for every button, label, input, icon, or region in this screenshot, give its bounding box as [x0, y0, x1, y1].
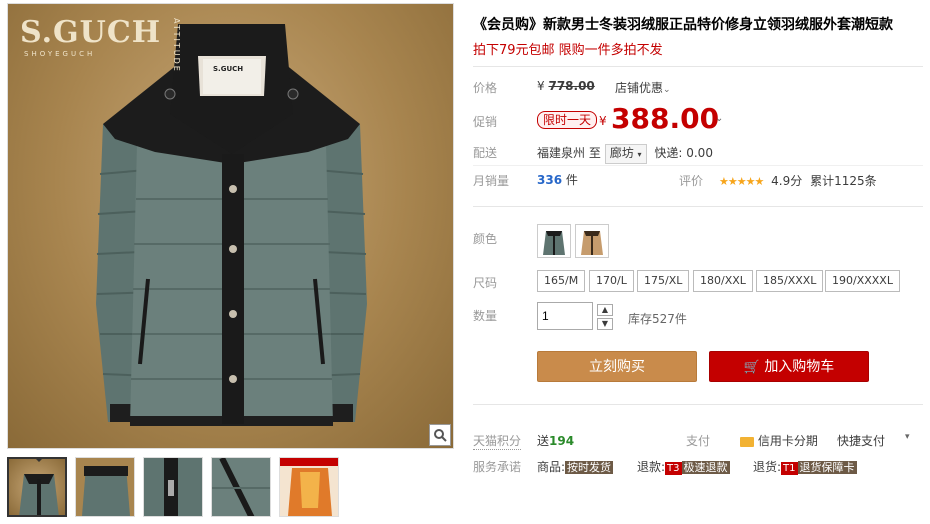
size-option[interactable]: 170/L: [589, 270, 634, 292]
rating-score: 4.9分: [771, 174, 803, 188]
currency-symbol: ¥: [537, 79, 545, 93]
cart-icon: 🛒: [743, 360, 760, 375]
monthly-sales-label: 月销量: [473, 174, 510, 188]
product-title: 《会员购》新款男士冬装羽绒服正品特价修身立领羽绒服外套潮短款: [473, 17, 893, 33]
size-label: 尺码: [473, 276, 498, 290]
service-goods: 商品: 按时发货: [537, 458, 614, 475]
thumbnail-1[interactable]: [7, 457, 67, 517]
chevron-down-icon: ⌄: [663, 85, 671, 95]
sales-unit: 件: [565, 173, 578, 187]
brand-name: S.GUCH: [20, 15, 162, 50]
stock-count: 库存527件: [628, 312, 687, 326]
points-value: 194: [549, 434, 575, 448]
service-return: 退货: T1 退货保障卡: [753, 458, 857, 475]
promo-currency: ¥: [599, 114, 607, 128]
buy-now-button[interactable]: 立刻购买: [537, 351, 697, 382]
quick-pay-label: 快捷支付: [837, 434, 886, 448]
return-label: 退货:: [753, 460, 782, 474]
brand-subname: SHOYEGUCH: [24, 50, 96, 58]
destination-value: 廊坊: [609, 146, 634, 160]
credit-card-label: 信用卡分期: [757, 434, 818, 448]
points-prefix: 送: [537, 434, 550, 448]
tmall-points: 送194: [537, 432, 574, 449]
shipping-cost: 快递: 0.00: [654, 146, 713, 160]
limited-time-tag: 限时一天: [537, 111, 598, 129]
color-swatch-green[interactable]: [537, 224, 571, 258]
color-label: 颜色: [473, 232, 498, 246]
destination-select[interactable]: 廊坊 ▾: [604, 144, 647, 164]
sales-count: 336: [537, 173, 563, 187]
thumbnail-4[interactable]: [211, 457, 271, 517]
credit-card-installment[interactable]: 信用卡分期: [740, 432, 818, 449]
caret-down-icon: ▾: [637, 150, 642, 159]
divider: [473, 404, 923, 405]
yen-symbol: ¥: [599, 114, 607, 128]
delivery-label: 配送: [473, 146, 498, 160]
add-to-cart-button[interactable]: 🛒 加入购物车: [709, 351, 869, 382]
quantity-input[interactable]: [537, 302, 593, 330]
delivery-from: 福建泉州: [537, 146, 586, 160]
thumbnail-3[interactable]: [143, 457, 203, 517]
monthly-sales: 336 件: [537, 171, 578, 188]
store-discount-dropdown[interactable]: 店铺优惠⌄: [615, 79, 671, 96]
thumbnail-2[interactable]: [75, 457, 135, 517]
tmall-points-label[interactable]: 天猫积分: [473, 432, 522, 450]
return-level-badge: T1: [781, 462, 798, 475]
product-info: 《会员购》新款男士冬装羽绒服正品特价修身立领羽绒服外套潮短款 拍下79元包邮 限…: [473, 0, 930, 524]
size-option[interactable]: 180/XXL: [693, 270, 753, 292]
quick-pay[interactable]: 快捷支付: [837, 432, 885, 449]
on-time-delivery-tag: 按时发货: [565, 461, 614, 474]
delivery-info: 福建泉州 至 廊坊 ▾ 快递: 0.00: [537, 144, 713, 164]
service-label: 服务承诺: [473, 460, 522, 474]
divider: [473, 66, 923, 67]
price-chevron-icon[interactable]: ⌄: [715, 113, 723, 124]
promotion-label: 促销: [473, 115, 498, 129]
size-option[interactable]: 185/XXXL: [756, 270, 824, 292]
divider: [473, 206, 923, 207]
service-refund: 退款: T3 极速退款: [637, 458, 730, 475]
promo-text: 拍下79元包邮 限购一件多拍不发: [473, 43, 663, 58]
brand-patch-label: S.GUCH: [213, 65, 244, 73]
rating-label: 评价: [679, 174, 704, 188]
price-label: 价格: [473, 81, 498, 95]
star-rating-icon: ★★★★★: [719, 175, 764, 188]
size-option[interactable]: 175/XL: [637, 270, 690, 292]
size-option[interactable]: 165/M: [537, 270, 586, 292]
main-product-image[interactable]: S.GUCH S.GUCH SHOYEGUCH ATTITUDE: [7, 3, 454, 449]
return-guarantee-tag: 退货保障卡: [797, 461, 857, 474]
original-price: ¥ 778.00: [537, 79, 595, 93]
quantity-increase-button[interactable]: ▲: [597, 304, 613, 316]
color-swatch-tan[interactable]: [575, 224, 609, 258]
thumbnail-5[interactable]: [279, 457, 339, 517]
thumbnail-strip: [7, 457, 454, 521]
original-price-value: 778.00: [548, 79, 595, 93]
promotion-tag: 限时一天: [537, 111, 598, 129]
divider: [473, 165, 923, 166]
delivery-to-word: 至: [588, 146, 601, 160]
quantity-decrease-button[interactable]: ▼: [597, 318, 613, 330]
quantity-label: 数量: [473, 309, 498, 323]
credit-card-icon: [740, 436, 754, 447]
brand-logo: S.GUCH SHOYEGUCH ATTITUDE: [20, 15, 181, 73]
zoom-icon[interactable]: [429, 424, 451, 446]
payment-label: 支付: [686, 434, 711, 448]
refund-level-badge: T3: [665, 462, 682, 475]
refund-label: 退款:: [637, 460, 666, 474]
brand-side-text: ATTITUDE: [172, 18, 181, 73]
fast-refund-tag: 极速退款: [681, 461, 730, 474]
caret-down-icon[interactable]: ▾: [905, 432, 910, 442]
review-count: 累计1125条: [810, 174, 877, 188]
rating[interactable]: ★★★★★ 4.9分 累计1125条: [719, 172, 877, 189]
add-to-cart-label: 加入购物车: [764, 359, 835, 375]
store-discount-label: 店铺优惠: [615, 81, 664, 95]
goods-label: 商品:: [537, 460, 566, 474]
size-option[interactable]: 190/XXXXL: [825, 270, 900, 292]
promotion-price: 388.00: [611, 102, 720, 135]
